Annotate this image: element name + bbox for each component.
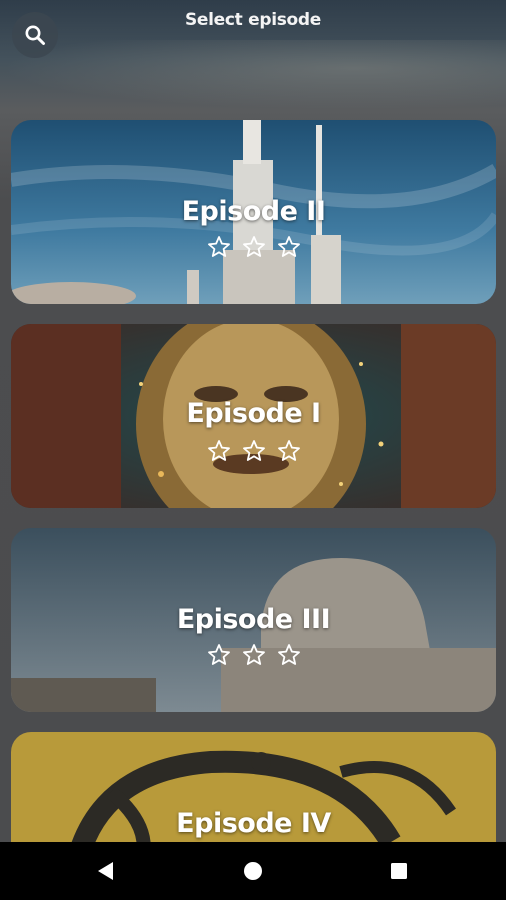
rating-stars xyxy=(11,643,496,667)
episode-card-4[interactable]: Episode IV xyxy=(11,732,496,842)
system-navigation-bar xyxy=(0,842,506,900)
episode-select-screen: Select episode Episode II Episode I Epis… xyxy=(0,0,506,842)
back-triangle-icon xyxy=(98,862,113,880)
rating-stars xyxy=(11,235,496,259)
star-outline-icon xyxy=(242,644,265,665)
star-outline-icon xyxy=(242,440,265,461)
star-outline-icon xyxy=(277,644,300,665)
episode-card-1[interactable]: Episode I xyxy=(11,324,496,508)
recents-square-icon xyxy=(391,863,407,879)
star-outline-icon xyxy=(207,440,230,461)
episode-card-3[interactable]: Episode III xyxy=(11,528,496,712)
episode-title: Episode II xyxy=(181,196,326,227)
star-outline-icon xyxy=(242,236,265,257)
episode-title: Episode III xyxy=(176,604,331,635)
home-circle-icon xyxy=(244,862,262,880)
star-outline-icon xyxy=(207,236,230,257)
episode-title: Episode I xyxy=(186,398,321,429)
star-outline-icon xyxy=(277,440,300,461)
page-title: Select episode xyxy=(184,10,322,30)
star-outline-icon xyxy=(207,644,230,665)
star-outline-icon xyxy=(277,236,300,257)
episode-title: Episode IV xyxy=(176,808,331,839)
nav-recents-button[interactable] xyxy=(369,842,429,900)
rating-stars xyxy=(11,439,496,463)
header-background xyxy=(0,40,506,110)
nav-home-button[interactable] xyxy=(223,842,283,900)
nav-back-button[interactable] xyxy=(76,842,136,900)
episode-card-2[interactable]: Episode II xyxy=(11,120,496,304)
